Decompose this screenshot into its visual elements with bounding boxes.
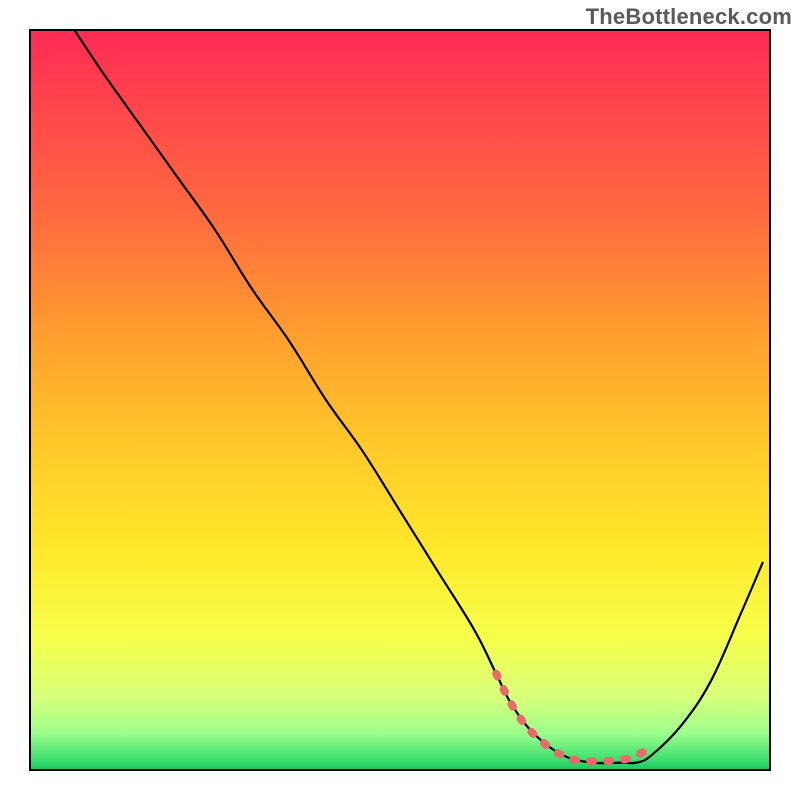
watermark-text: TheBottleneck.com	[586, 4, 792, 30]
bottleneck-chart	[0, 0, 800, 800]
plot-background	[30, 30, 770, 770]
chart-container: TheBottleneck.com	[0, 0, 800, 800]
